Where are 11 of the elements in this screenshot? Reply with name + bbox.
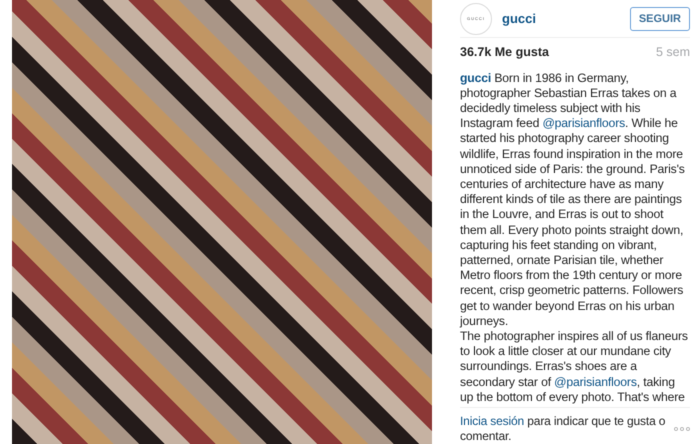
- mention-link[interactable]: @parisianfloors: [554, 374, 637, 389]
- follow-button[interactable]: SEGUIR: [630, 6, 690, 31]
- login-prompt: Inicia sesión para indicar que te gusta o comentar.: [460, 414, 666, 444]
- caption-text: gucci Born in 1986 in Germany, photographer Sebastian Erras takes on a decidedly timeless subject with his Instagram feed @parisianfloors. While he started his photography career shooting wildlife, Erras found inspiration in the more unnoticed side of Paris: the ground. Paris's centuries of architecture have as many different kinds of tile as there are paintings in the Louvre, and Erras is out to shoot them all. Every photo points straight down, capturing his feet standing on vibrant, patterned, ornate Parisian tile, whether Metro floors from the 19th century or more recent, crisp geometric patterns. Followers get to wander beyond Erras on his urban journeys. The photographer inspires all of us flaneurs to look a little closer at our mundane city surroundings. Erras's shoes are a secondary star of @parisianfloors, taking up the bottom of every photo. That's where: [460, 70, 690, 408]
- username-link[interactable]: gucci: [460, 70, 492, 85]
- post-time: 5 sem: [656, 45, 690, 60]
- likes-count: 36.7k Me gusta: [460, 45, 549, 60]
- more-options-icon[interactable]: [674, 427, 690, 431]
- username-link[interactable]: gucci: [502, 11, 630, 26]
- login-link[interactable]: Inicia sesión: [460, 414, 524, 428]
- mention-link[interactable]: @parisianfloors: [542, 116, 626, 130]
